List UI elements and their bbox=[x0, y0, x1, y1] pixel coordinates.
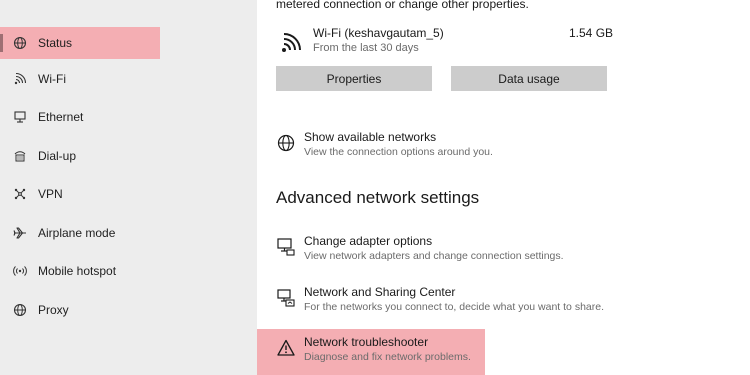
hotspot-icon bbox=[12, 263, 28, 279]
properties-button[interactable]: Properties bbox=[276, 66, 432, 91]
sidebar-item-label: Proxy bbox=[38, 303, 69, 317]
globe-icon bbox=[12, 35, 28, 51]
link-description: View network adapters and change connect… bbox=[304, 250, 564, 262]
link-description: For the networks you connect to, decide … bbox=[304, 301, 604, 313]
sidebar-item-label: Dial-up bbox=[38, 149, 77, 163]
sidebar-item-wifi[interactable]: Wi-Fi bbox=[0, 63, 257, 95]
network-period: From the last 30 days bbox=[313, 42, 419, 54]
sidebar-item-label: Airplane mode bbox=[38, 226, 116, 240]
wifi-icon bbox=[280, 32, 302, 54]
link-title: Show available networks bbox=[304, 130, 437, 144]
link-description: View the connection options around you. bbox=[304, 146, 493, 158]
ethernet-icon bbox=[12, 109, 28, 125]
link-title: Change adapter options bbox=[304, 234, 433, 248]
link-title: Network and Sharing Center bbox=[304, 285, 456, 299]
adapter-icon bbox=[276, 237, 296, 257]
warning-icon bbox=[276, 338, 296, 358]
network-name: Wi-Fi (keshavgautam_5) bbox=[313, 26, 444, 40]
properties-description: metered connection or change other prope… bbox=[276, 0, 529, 11]
link-description: Diagnose and fix network problems. bbox=[304, 351, 471, 363]
sidebar-item-label: Ethernet bbox=[38, 110, 84, 124]
sidebar-item-mobile-hotspot[interactable]: Mobile hotspot bbox=[0, 255, 257, 287]
sidebar-item-airplane-mode[interactable]: Airplane mode bbox=[0, 217, 257, 249]
link-title: Network troubleshooter bbox=[304, 335, 429, 349]
sidebar-item-label: Wi-Fi bbox=[38, 72, 66, 86]
vpn-icon bbox=[12, 186, 28, 202]
sidebar-item-status[interactable]: Status bbox=[0, 27, 160, 59]
network-usage: 1.54 GB bbox=[569, 26, 614, 40]
sidebar-item-ethernet[interactable]: Ethernet bbox=[0, 101, 257, 133]
sidebar-item-label: Status bbox=[38, 36, 73, 50]
sidebar: Status Wi-Fi Ethernet Dial-up VPN Airpla… bbox=[0, 0, 257, 375]
airplane-icon bbox=[12, 225, 28, 241]
main-content: metered connection or change other prope… bbox=[257, 0, 750, 375]
wifi-icon bbox=[12, 71, 28, 87]
sidebar-item-label: Mobile hotspot bbox=[38, 264, 117, 278]
globe-icon bbox=[276, 133, 296, 153]
sidebar-item-proxy[interactable]: Proxy bbox=[0, 294, 257, 326]
globe-icon bbox=[12, 302, 28, 318]
sharing-icon bbox=[276, 288, 296, 308]
sidebar-item-dialup[interactable]: Dial-up bbox=[0, 140, 257, 172]
network-usage-card: Wi-Fi (keshavgautam_5) From the last 30 … bbox=[276, 24, 636, 60]
advanced-network-settings-heading: Advanced network settings bbox=[276, 188, 480, 207]
dialup-icon bbox=[12, 148, 28, 164]
data-usage-button[interactable]: Data usage bbox=[451, 66, 607, 91]
sidebar-item-label: VPN bbox=[38, 187, 63, 201]
sidebar-item-vpn[interactable]: VPN bbox=[0, 178, 257, 210]
